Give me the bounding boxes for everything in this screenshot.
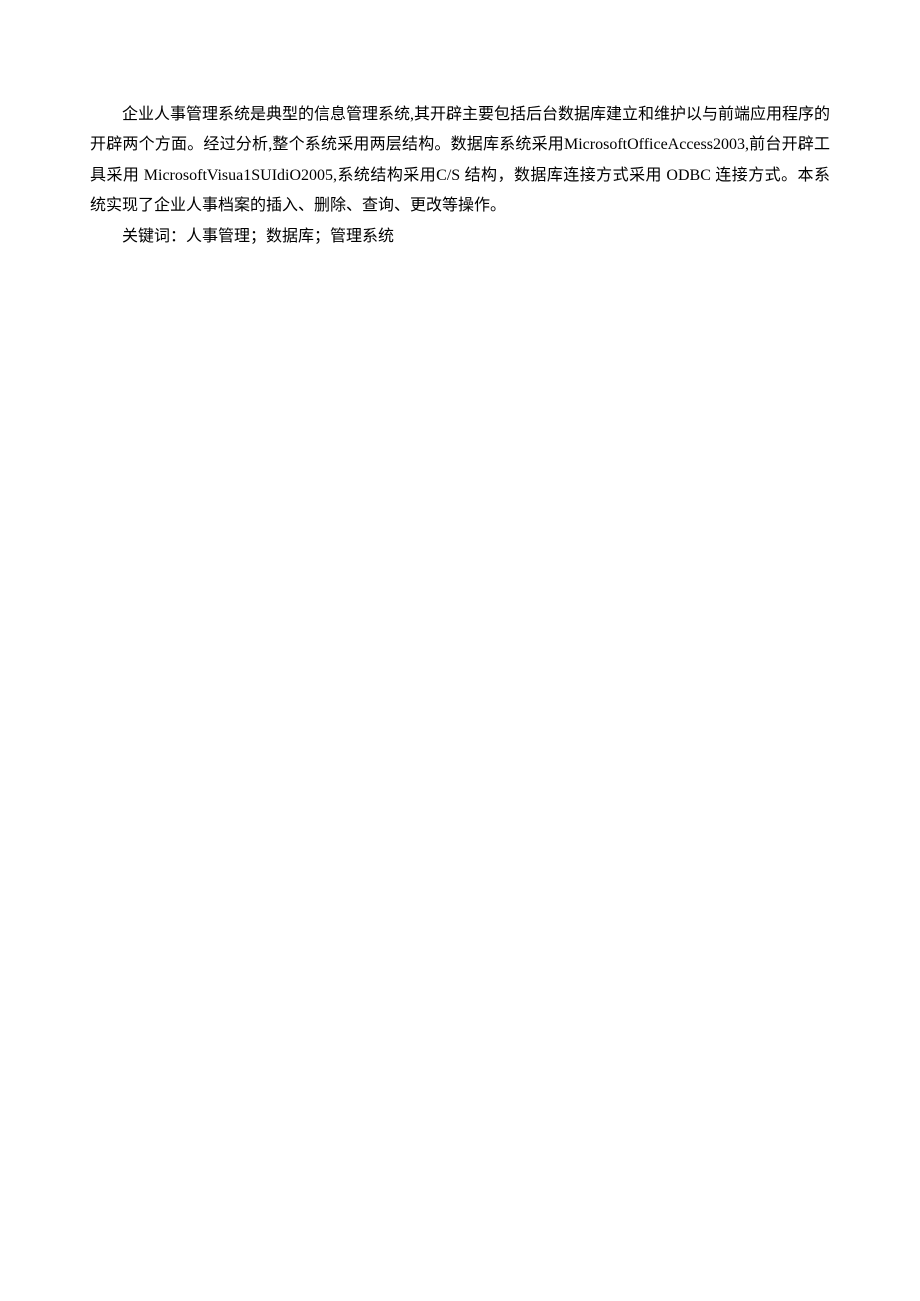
document-body: 企业人事管理系统是典型的信息管理系统,其开辟主要包括后台数据库建立和维护以与前端… [90,100,830,252]
abstract-paragraph: 企业人事管理系统是典型的信息管理系统,其开辟主要包括后台数据库建立和维护以与前端… [90,100,830,222]
keywords-line: 关键词：人事管理；数据库；管理系统 [90,222,830,252]
